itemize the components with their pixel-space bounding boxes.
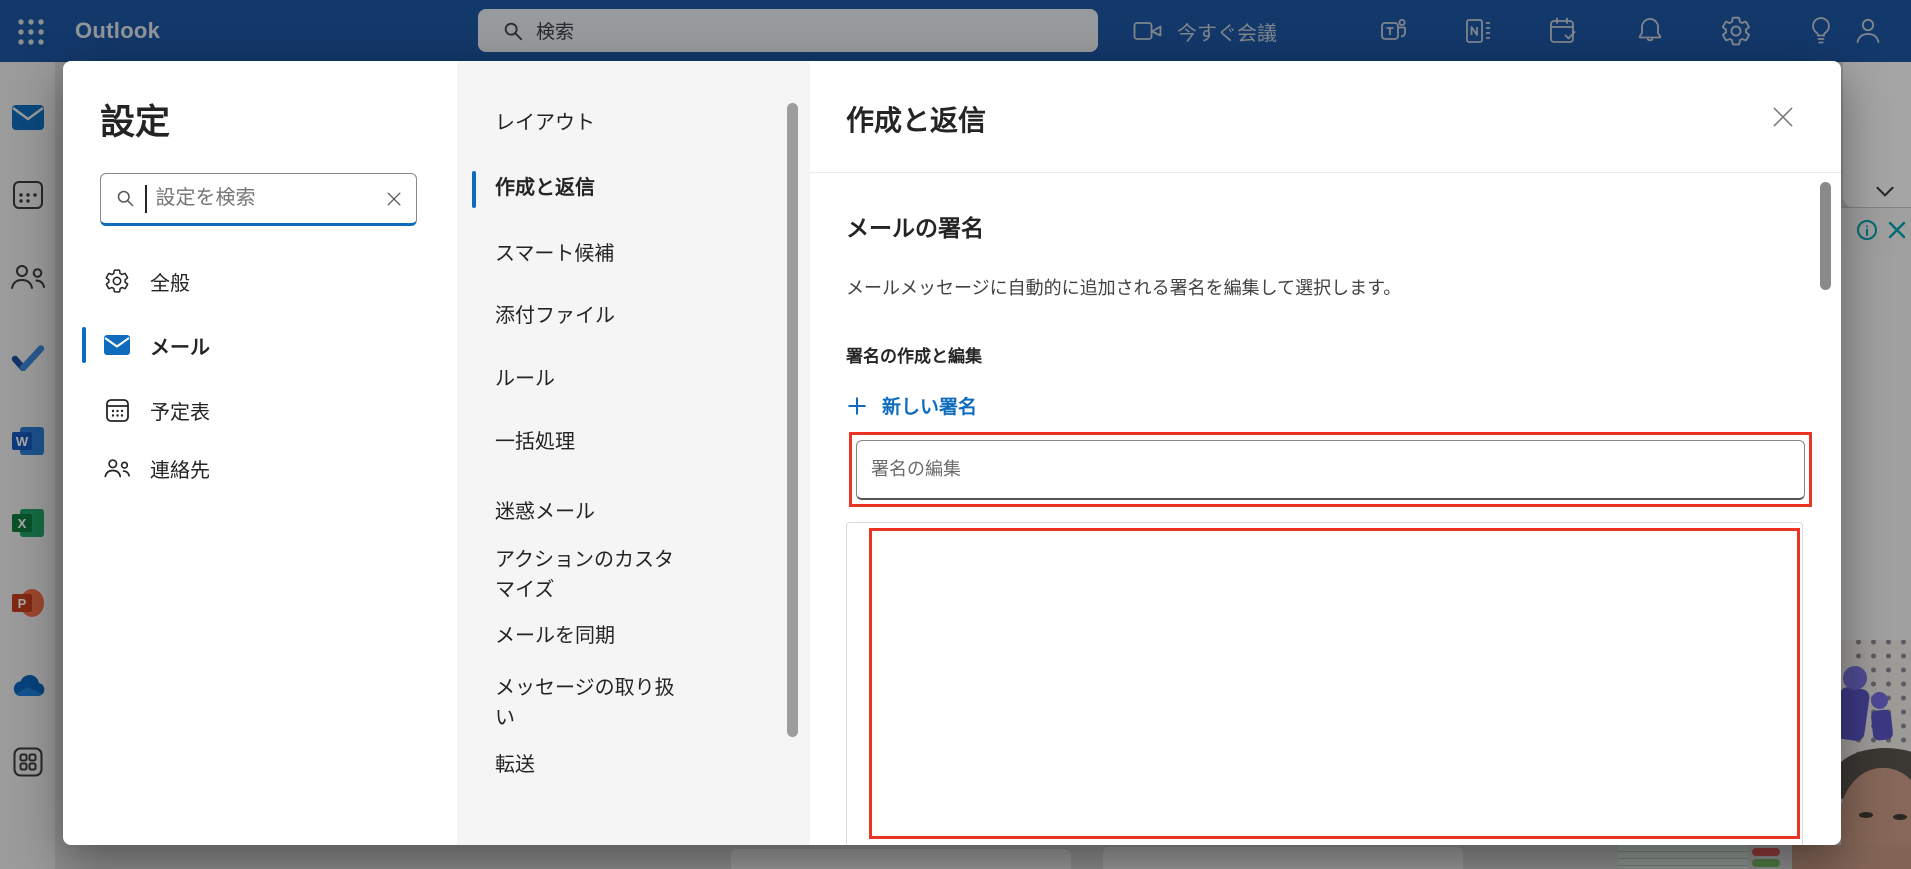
email-signature-description: メールメッセージに自動的に追加される署名を編集して選択します。 — [846, 274, 1401, 300]
calendar-icon — [103, 396, 131, 424]
category-label: メール — [150, 331, 210, 360]
search-icon — [115, 188, 136, 209]
settings-search-input[interactable] — [156, 187, 376, 210]
section-item-rules[interactable]: ルール — [495, 364, 687, 394]
sections-scrollbar[interactable] — [787, 103, 798, 737]
settings-category-mail[interactable]: メール — [63, 323, 457, 367]
settings-dialog: 設定 全般 — [63, 61, 1841, 845]
section-item-message-handling[interactable]: メッセージの取り扱い — [495, 673, 687, 733]
category-label: 連絡先 — [150, 454, 210, 483]
header-divider — [810, 172, 1841, 173]
section-item-forwarding[interactable]: 転送 — [495, 750, 687, 780]
close-settings-button[interactable] — [1768, 102, 1798, 132]
gear-icon — [103, 267, 131, 295]
section-item-customize-actions[interactable]: アクションのカスタマイズ — [495, 545, 687, 605]
settings-category-general[interactable]: 全般 — [63, 259, 457, 303]
new-signature-button[interactable]: 新しい署名 — [846, 392, 977, 419]
mail-icon — [103, 331, 131, 359]
outlook-screen: Outlook 検索 今すぐ会議 — [0, 0, 1911, 869]
panel-title: 作成と返信 — [846, 99, 986, 139]
signature-edit-subheading: 署名の作成と編集 — [846, 342, 982, 367]
category-label: 全般 — [150, 267, 190, 296]
category-label: 予定表 — [150, 396, 210, 425]
settings-search-box[interactable] — [100, 173, 417, 226]
content-scrollbar[interactable] — [1820, 182, 1831, 290]
section-item-smart-suggestions[interactable]: スマート候補 — [495, 239, 687, 269]
settings-title: 設定 — [100, 94, 170, 145]
email-signature-heading: メールの署名 — [846, 209, 984, 243]
new-signature-label: 新しい署名 — [882, 392, 977, 419]
section-item-sweep[interactable]: 一括処理 — [495, 427, 687, 457]
plus-icon — [846, 395, 868, 417]
annotation-box-signature-editor[interactable] — [869, 528, 1800, 839]
settings-category-contacts[interactable]: 連絡先 — [63, 446, 457, 490]
section-item-junk-email[interactable]: 迷惑メール — [495, 497, 687, 527]
text-caret — [145, 185, 147, 213]
close-icon — [1770, 104, 1796, 130]
section-item-sync-email[interactable]: メールを同期 — [495, 621, 687, 651]
selected-section-indicator — [472, 171, 476, 208]
close-icon — [384, 189, 404, 209]
people-icon — [103, 454, 131, 482]
settings-category-calendar[interactable]: 予定表 — [63, 388, 457, 432]
clear-search-button[interactable] — [384, 189, 404, 209]
section-item-layout[interactable]: レイアウト — [495, 108, 687, 138]
section-item-compose-reply[interactable]: 作成と返信 — [495, 173, 687, 203]
signature-name-input[interactable] — [856, 440, 1805, 500]
section-item-attachments[interactable]: 添付ファイル — [495, 301, 687, 331]
